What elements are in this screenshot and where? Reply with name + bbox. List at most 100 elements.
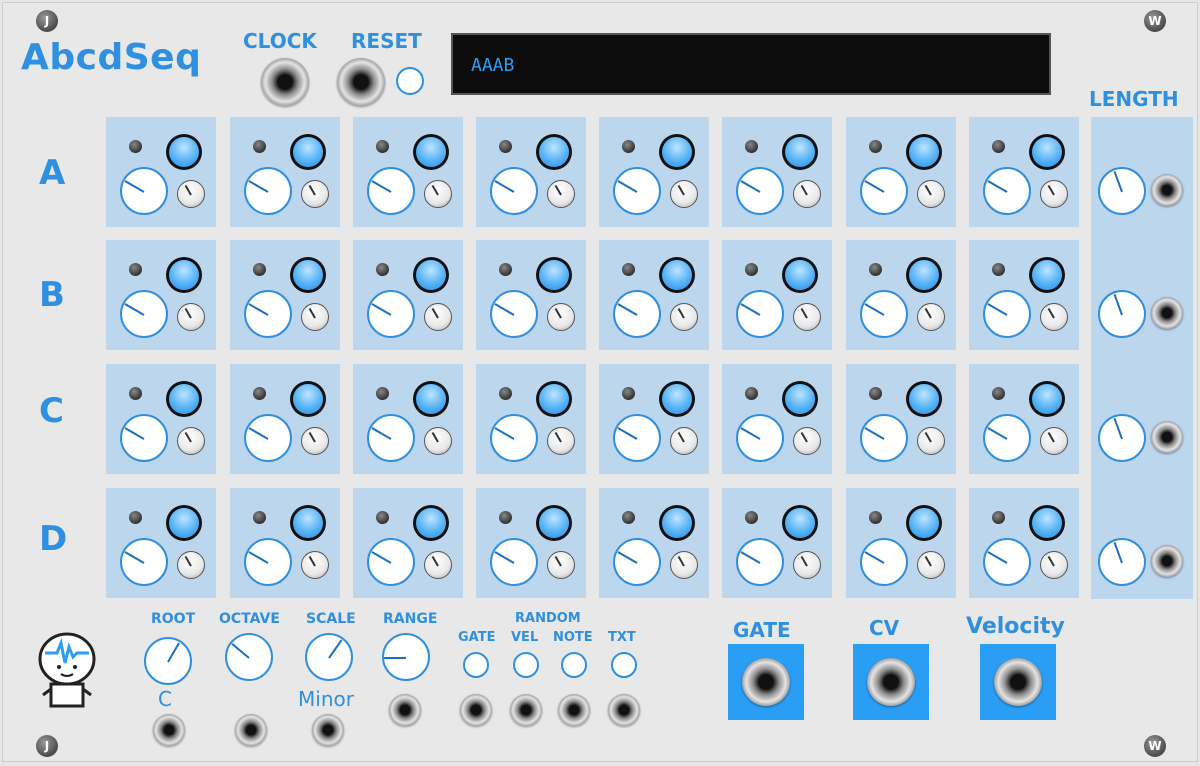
velocity-knob[interactable] <box>670 180 698 208</box>
gate-button[interactable] <box>166 381 202 417</box>
note-knob[interactable] <box>860 167 908 215</box>
velocity-knob[interactable] <box>1040 427 1068 455</box>
velocity-knob[interactable] <box>301 427 329 455</box>
gate-button[interactable] <box>1029 134 1065 170</box>
gate-button[interactable] <box>659 505 695 541</box>
note-knob[interactable] <box>983 290 1031 338</box>
velocity-knob[interactable] <box>917 303 945 331</box>
note-knob[interactable] <box>367 290 415 338</box>
note-knob[interactable] <box>367 167 415 215</box>
note-knob[interactable] <box>244 538 292 586</box>
velocity-knob[interactable] <box>547 303 575 331</box>
gate-button[interactable] <box>906 257 942 293</box>
gate-button[interactable] <box>290 257 326 293</box>
note-knob[interactable] <box>613 290 661 338</box>
velocity-knob[interactable] <box>917 427 945 455</box>
gate-button[interactable] <box>536 257 572 293</box>
gate-button[interactable] <box>906 134 942 170</box>
velocity-knob[interactable] <box>793 303 821 331</box>
gate-button[interactable] <box>1029 505 1065 541</box>
gate-button[interactable] <box>1029 381 1065 417</box>
velocity-knob[interactable] <box>1040 303 1068 331</box>
gate-output-jack[interactable] <box>742 658 790 706</box>
note-knob[interactable] <box>367 538 415 586</box>
gate-button[interactable] <box>290 381 326 417</box>
velocity-knob[interactable] <box>670 303 698 331</box>
note-knob[interactable] <box>983 414 1031 462</box>
length-knob-a[interactable] <box>1098 167 1146 215</box>
note-knob[interactable] <box>736 414 784 462</box>
gate-button[interactable] <box>782 381 818 417</box>
random-txt-button[interactable] <box>611 652 637 678</box>
note-knob[interactable] <box>490 538 538 586</box>
note-knob[interactable] <box>120 538 168 586</box>
note-knob[interactable] <box>120 290 168 338</box>
octave-knob[interactable] <box>225 633 273 681</box>
velocity-knob[interactable] <box>547 180 575 208</box>
root-knob[interactable] <box>144 637 192 685</box>
gate-button[interactable] <box>782 257 818 293</box>
clock-input-jack[interactable] <box>261 58 309 106</box>
note-knob[interactable] <box>490 290 538 338</box>
note-knob[interactable] <box>367 414 415 462</box>
note-knob[interactable] <box>613 167 661 215</box>
velocity-knob[interactable] <box>547 551 575 579</box>
gate-button[interactable] <box>166 257 202 293</box>
velocity-knob[interactable] <box>917 180 945 208</box>
gate-button[interactable] <box>290 505 326 541</box>
gate-button[interactable] <box>906 505 942 541</box>
gate-button[interactable] <box>659 134 695 170</box>
velocity-knob[interactable] <box>424 551 452 579</box>
note-knob[interactable] <box>860 538 908 586</box>
gate-button[interactable] <box>1029 257 1065 293</box>
note-knob[interactable] <box>983 538 1031 586</box>
random-gate-button[interactable] <box>463 652 489 678</box>
velocity-knob[interactable] <box>1040 180 1068 208</box>
velocity-knob[interactable] <box>301 180 329 208</box>
length-cv-jack-a[interactable] <box>1151 174 1183 206</box>
note-knob[interactable] <box>983 167 1031 215</box>
gate-button[interactable] <box>536 505 572 541</box>
velocity-knob[interactable] <box>177 180 205 208</box>
gate-button[interactable] <box>659 257 695 293</box>
note-knob[interactable] <box>120 414 168 462</box>
note-knob[interactable] <box>736 290 784 338</box>
length-cv-jack-c[interactable] <box>1151 421 1183 453</box>
range-cv-jack[interactable] <box>389 694 421 726</box>
random-note-button[interactable] <box>561 652 587 678</box>
length-cv-jack-d[interactable] <box>1151 545 1183 577</box>
gate-button[interactable] <box>413 257 449 293</box>
note-knob[interactable] <box>860 290 908 338</box>
octave-cv-jack[interactable] <box>235 714 267 746</box>
velocity-knob[interactable] <box>301 551 329 579</box>
gate-button[interactable] <box>536 134 572 170</box>
scale-cv-jack[interactable] <box>312 714 344 746</box>
gate-button[interactable] <box>413 505 449 541</box>
range-knob[interactable] <box>382 633 430 681</box>
reset-input-jack[interactable] <box>337 58 385 106</box>
note-knob[interactable] <box>613 538 661 586</box>
velocity-knob[interactable] <box>1040 551 1068 579</box>
reset-button[interactable] <box>396 67 424 95</box>
note-knob[interactable] <box>613 414 661 462</box>
random-txt-jack[interactable] <box>608 694 640 726</box>
random-vel-button[interactable] <box>513 652 539 678</box>
length-knob-c[interactable] <box>1098 414 1146 462</box>
note-knob[interactable] <box>244 167 292 215</box>
velocity-knob[interactable] <box>793 427 821 455</box>
random-gate-jack[interactable] <box>460 694 492 726</box>
velocity-knob[interactable] <box>424 180 452 208</box>
velocity-knob[interactable] <box>301 303 329 331</box>
note-knob[interactable] <box>860 414 908 462</box>
gate-button[interactable] <box>413 134 449 170</box>
length-knob-b[interactable] <box>1098 290 1146 338</box>
velocity-output-jack[interactable] <box>994 658 1042 706</box>
note-knob[interactable] <box>244 290 292 338</box>
gate-button[interactable] <box>782 505 818 541</box>
random-vel-jack[interactable] <box>510 694 542 726</box>
random-note-jack[interactable] <box>558 694 590 726</box>
note-knob[interactable] <box>120 167 168 215</box>
length-knob-d[interactable] <box>1098 538 1146 586</box>
gate-button[interactable] <box>290 134 326 170</box>
gate-button[interactable] <box>906 381 942 417</box>
